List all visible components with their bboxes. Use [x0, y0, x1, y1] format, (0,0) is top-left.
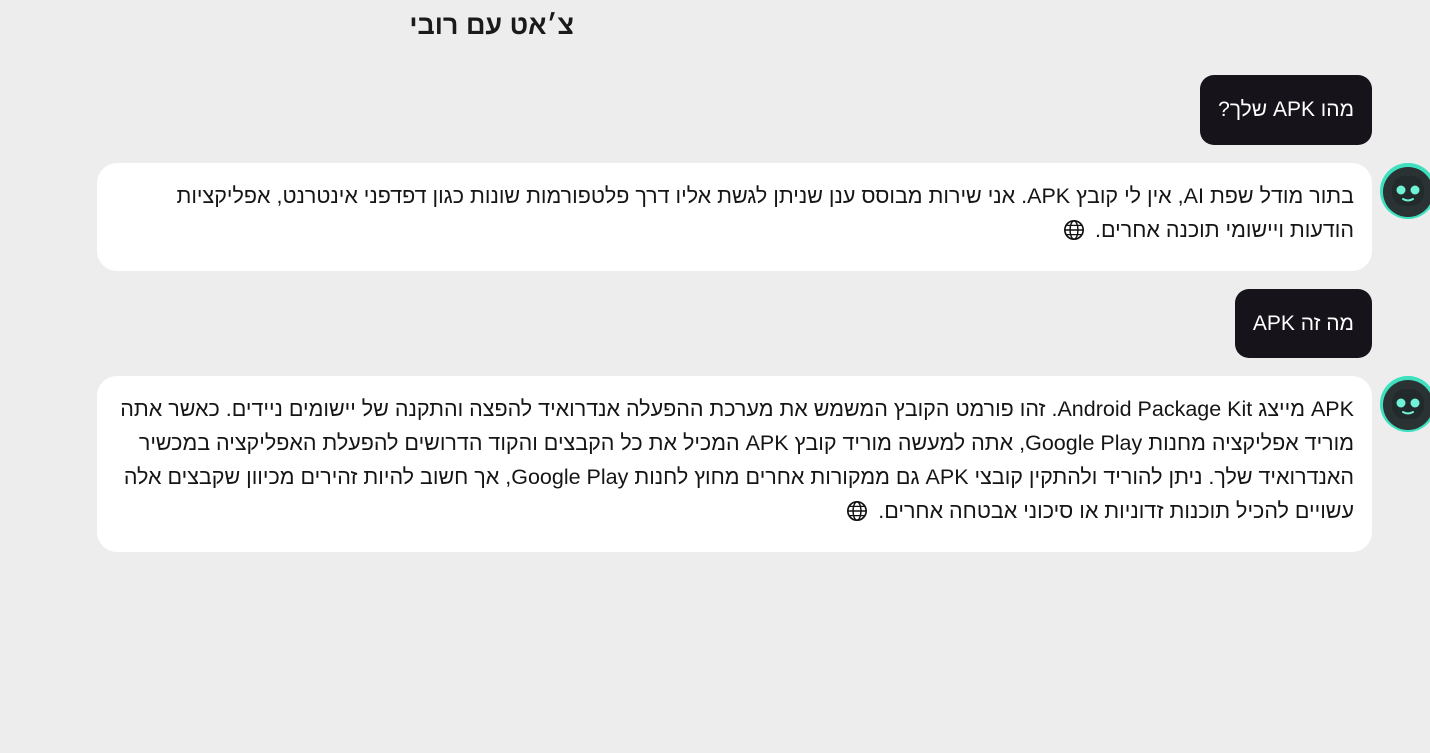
user-message-text: מהו APK שלך?	[1218, 98, 1354, 121]
globe-icon[interactable]	[846, 498, 868, 521]
bot-message-text: בתור מודל שפת AI, אין לי קובץ APK. אני ש…	[176, 184, 1354, 242]
bot-message-bubble: APK מייצג Android Package Kit. זהו פורמט…	[97, 376, 1372, 552]
user-message-bubble: מהו APK שלך?	[1200, 75, 1372, 145]
user-message-bubble: מה זה APK	[1234, 289, 1372, 358]
page-title: צ׳אט עם רובי	[409, 10, 574, 40]
bot-message-text: APK מייצג Android Package Kit. זהו פורמט…	[120, 397, 1354, 523]
globe-icon[interactable]	[1063, 217, 1085, 240]
user-message-text: מה זה APK	[1252, 311, 1354, 335]
bot-message-bubble: בתור מודל שפת AI, אין לי קובץ APK. אני ש…	[97, 163, 1372, 271]
bot-avatar	[1380, 163, 1430, 219]
bot-avatar	[1380, 376, 1430, 432]
